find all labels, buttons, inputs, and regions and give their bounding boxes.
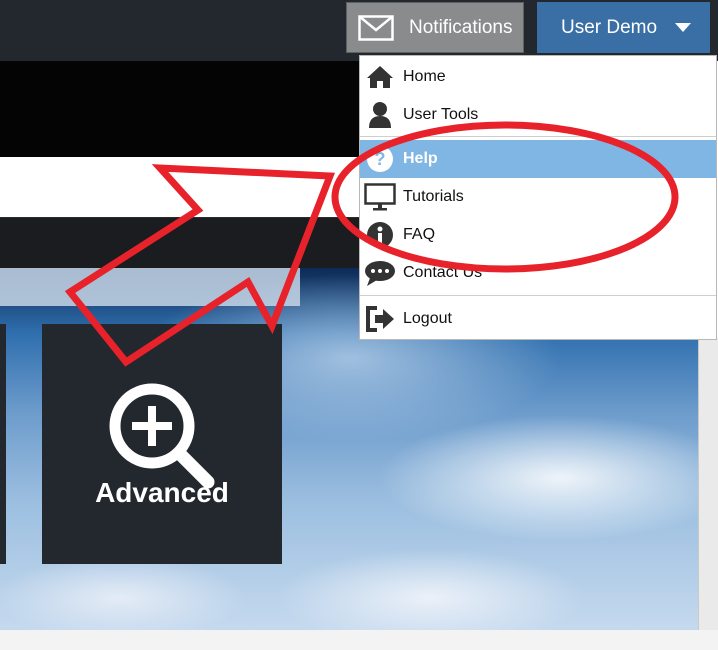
menu-item-logout[interactable]: Logout xyxy=(360,300,716,338)
advanced-search-tile[interactable]: Advanced xyxy=(42,324,282,564)
vertical-scrollbar[interactable] xyxy=(698,338,718,630)
menu-item-label: Tutorials xyxy=(403,188,464,205)
toolbar-strip xyxy=(0,218,359,268)
menu-item-user-tools[interactable]: User Tools xyxy=(360,96,716,134)
notifications-label: Notifications xyxy=(409,16,513,38)
home-icon xyxy=(364,61,396,93)
menu-item-label: Home xyxy=(403,68,446,85)
background-panel xyxy=(0,268,300,306)
menu-item-help[interactable]: ? Help xyxy=(360,140,716,178)
menu-item-label: Logout xyxy=(403,310,452,327)
user-name-label: User Demo xyxy=(561,16,658,38)
chat-bubble-icon xyxy=(364,257,396,289)
sign-out-icon xyxy=(364,303,396,335)
menu-item-home[interactable]: Home xyxy=(360,58,716,96)
search-bar-area xyxy=(0,157,359,218)
page-footer-strip xyxy=(0,630,718,650)
tile-partial[interactable] xyxy=(0,324,6,564)
menu-item-faq[interactable]: FAQ xyxy=(360,216,716,254)
banner-area xyxy=(0,61,359,157)
envelope-icon xyxy=(358,14,394,41)
monitor-icon xyxy=(364,181,396,213)
info-circle-icon xyxy=(364,219,396,251)
menu-item-label: FAQ xyxy=(403,226,436,243)
menu-item-tutorials[interactable]: Tutorials xyxy=(360,178,716,216)
user-dropdown-menu: Home User Tools ? Help Tutorials FAQ Con… xyxy=(359,55,717,340)
user-menu-button[interactable]: User Demo xyxy=(537,2,710,53)
menu-item-label: Help xyxy=(403,150,438,167)
menu-item-label: User Tools xyxy=(403,106,479,123)
menu-item-contact-us[interactable]: Contact Us xyxy=(360,254,716,292)
menu-divider xyxy=(360,136,716,137)
menu-item-label: Contact Us xyxy=(403,264,483,281)
magnifier-plus-icon xyxy=(109,383,215,489)
user-icon xyxy=(364,99,396,131)
notifications-button[interactable]: Notifications xyxy=(346,2,524,53)
question-circle-icon: ? xyxy=(364,143,396,175)
caret-down-icon xyxy=(675,23,692,32)
svg-text:?: ? xyxy=(375,149,386,169)
menu-divider xyxy=(360,295,716,296)
advanced-label: Advanced xyxy=(95,477,229,508)
